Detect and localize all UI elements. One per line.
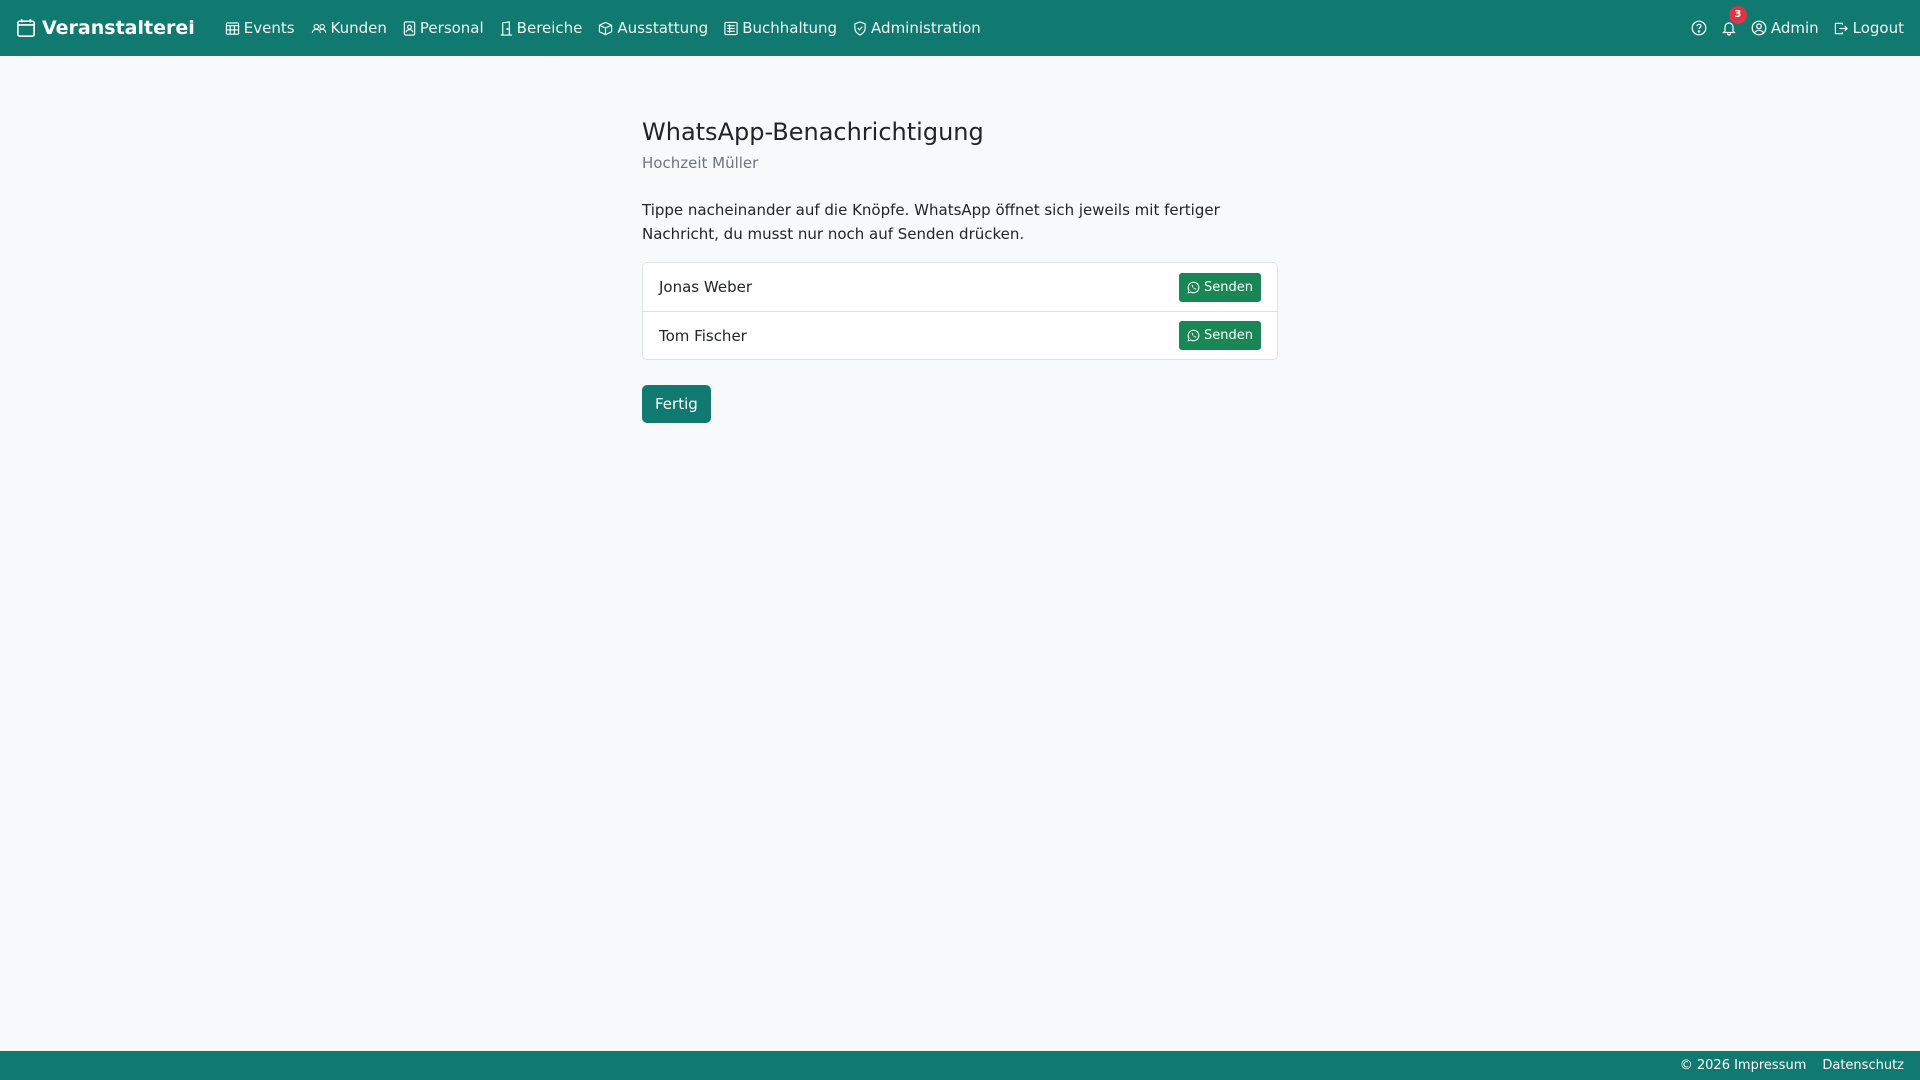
send-button-label: Senden bbox=[1204, 328, 1253, 343]
nav-item-label: Kunden bbox=[330, 19, 387, 37]
list-item: Jonas Weber Senden bbox=[643, 263, 1277, 311]
nav-item-label: Bereiche bbox=[516, 19, 583, 37]
notifications-button[interactable]: 3 bbox=[1721, 6, 1747, 36]
recipient-name: Tom Fischer bbox=[659, 326, 747, 345]
nav-item-buchhaltung[interactable]: Buchhaltung bbox=[724, 19, 837, 37]
recipient-name: Jonas Weber bbox=[659, 278, 752, 296]
nav-item-administration[interactable]: Administration bbox=[853, 19, 981, 37]
box-icon bbox=[598, 21, 613, 36]
user-circle-icon bbox=[1751, 20, 1767, 36]
nav-item-label: Events bbox=[243, 19, 295, 37]
whatsapp-icon bbox=[1187, 281, 1200, 294]
shield-icon bbox=[853, 20, 867, 36]
done-button[interactable]: Fertig bbox=[642, 385, 711, 423]
user-label: Admin bbox=[1770, 19, 1819, 37]
nav-item-label: Personal bbox=[419, 19, 484, 37]
impressum-link[interactable]: © 2026 Impressum bbox=[1680, 1058, 1807, 1073]
help-icon[interactable] bbox=[1691, 20, 1707, 36]
privacy-link[interactable]: Datenschutz bbox=[1822, 1058, 1904, 1073]
whatsapp-icon bbox=[1187, 329, 1200, 342]
door-icon bbox=[500, 20, 513, 36]
ledger-icon bbox=[724, 21, 738, 36]
nav-item-kunden[interactable]: Kunden bbox=[311, 19, 387, 37]
nav-item-label: Ausstattung bbox=[617, 19, 709, 37]
main-nav: Events Kunden Personal Bereiche Ausstatt… bbox=[225, 19, 981, 37]
instructions-text: Tippe nacheinander auf die Knöpfe. Whats… bbox=[642, 201, 1220, 243]
logout-label: Logout bbox=[1852, 19, 1904, 37]
nav-item-bereiche[interactable]: Bereiche bbox=[500, 19, 583, 37]
nav-right: 3 Admin Logout bbox=[1691, 6, 1904, 37]
nav-item-events[interactable]: Events bbox=[225, 19, 295, 37]
brand-link[interactable]: Veranstalterei bbox=[16, 17, 195, 39]
main-content: WhatsApp-Benachrichtigung Hochzeit Mülle… bbox=[642, 118, 1278, 423]
event-subtitle: Hochzeit Müller bbox=[642, 154, 759, 172]
user-menu[interactable]: Admin bbox=[1751, 19, 1819, 37]
brand-label: Veranstalterei bbox=[42, 17, 195, 39]
person-badge-icon bbox=[403, 20, 416, 36]
calendar-grid-icon bbox=[225, 21, 240, 36]
logout-icon bbox=[1833, 21, 1849, 36]
top-navbar: Veranstalterei Events Kunden Personal Be… bbox=[0, 0, 1920, 56]
logout-link[interactable]: Logout bbox=[1833, 19, 1904, 37]
recipient-list: Jonas Weber Senden Tom Fischer Senden bbox=[642, 262, 1278, 360]
nav-item-personal[interactable]: Personal bbox=[403, 19, 484, 37]
send-whatsapp-button[interactable]: Senden bbox=[1179, 321, 1261, 350]
page-title: WhatsApp-Benachrichtigung bbox=[642, 118, 984, 146]
calendar-icon bbox=[16, 18, 36, 38]
send-button-label: Senden bbox=[1204, 279, 1253, 295]
send-whatsapp-button[interactable]: Senden bbox=[1179, 272, 1261, 302]
notification-count-badge: 3 bbox=[1728, 6, 1747, 24]
list-item: Tom Fischer Senden bbox=[643, 311, 1277, 359]
nav-item-label: Administration bbox=[871, 19, 981, 37]
people-icon bbox=[311, 21, 327, 36]
footer: © 2026 Impressum Datenschutz bbox=[0, 1051, 1920, 1080]
nav-item-label: Buchhaltung bbox=[742, 19, 838, 37]
nav-item-ausstattung[interactable]: Ausstattung bbox=[598, 19, 708, 37]
